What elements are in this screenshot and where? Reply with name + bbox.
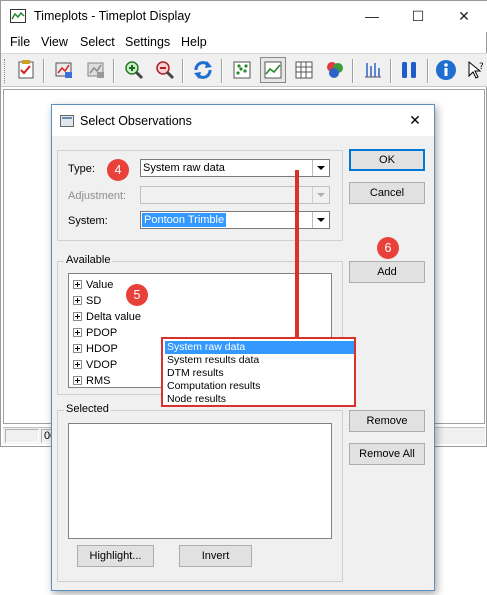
callout-badge-4: 4 [107,159,129,181]
callout-arrow [289,170,305,357]
dropdown-option[interactable]: Computation results [165,380,354,393]
dropdown-option[interactable]: DTM results [165,367,354,380]
dropdown-option[interactable]: Node results [165,393,354,406]
callout-badge-6: 6 [377,237,399,259]
dropdown-option[interactable]: System raw data [165,341,354,354]
callout-badge-5: 5 [126,284,148,306]
type-dropdown-list[interactable]: System raw data System results data DTM … [161,337,356,407]
dropdown-option[interactable]: System results data [165,354,354,367]
